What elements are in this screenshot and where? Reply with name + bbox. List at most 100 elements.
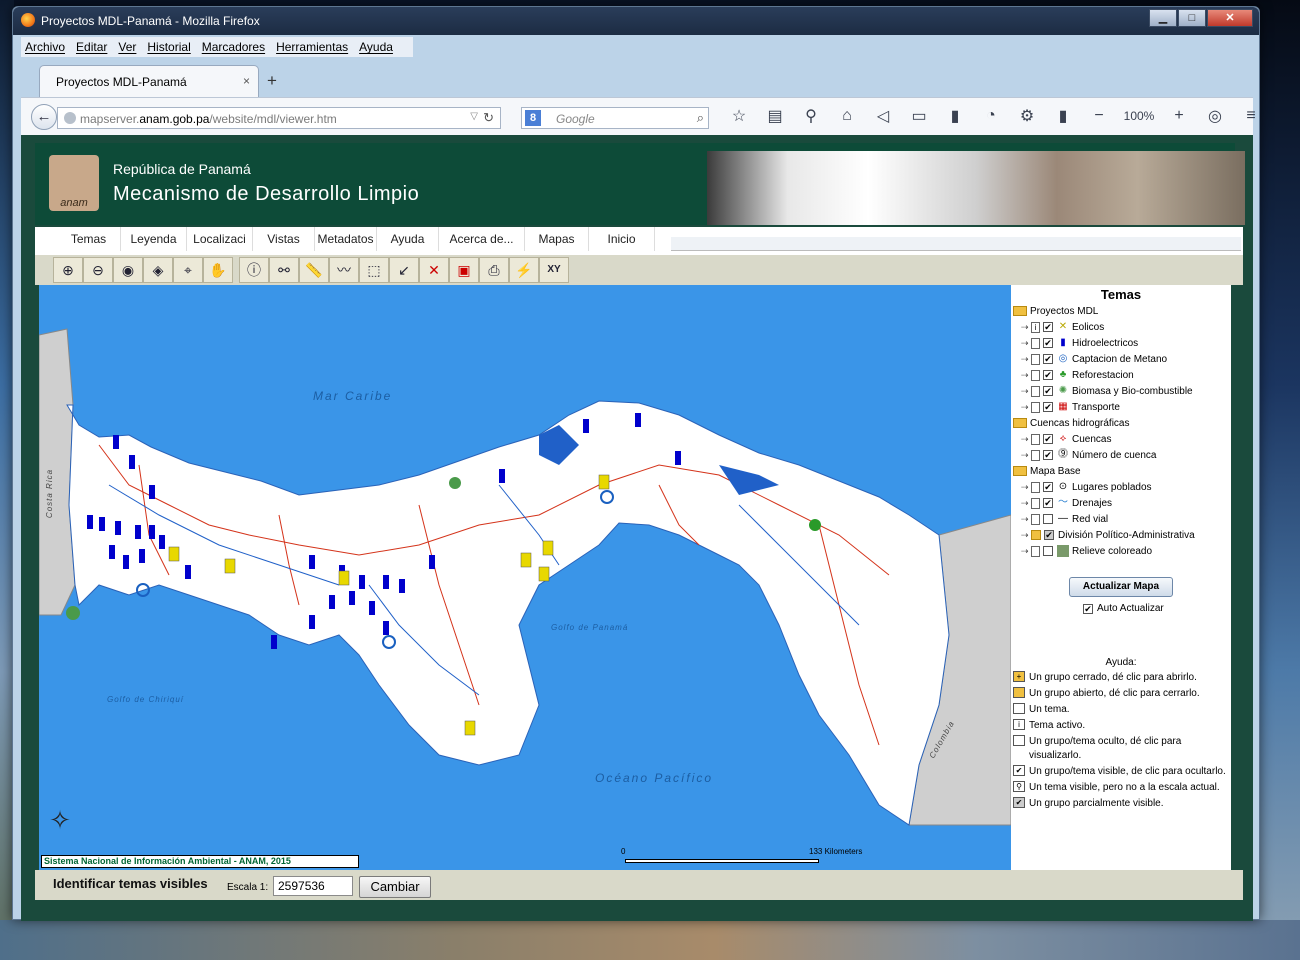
minimize-button[interactable]: ▁ — [1149, 9, 1177, 27]
menu-historial[interactable]: Historial — [147, 40, 190, 54]
search-engine-icon[interactable]: 8 — [525, 110, 541, 126]
full-extent-icon[interactable]: ◉ — [113, 257, 143, 283]
theme-icon[interactable] — [1031, 545, 1040, 557]
layer-checkbox[interactable]: ✔ — [1043, 370, 1053, 380]
theme-icon[interactable] — [1031, 497, 1040, 509]
change-scale-button[interactable]: Cambiar — [359, 876, 431, 898]
theme-icon[interactable] — [1031, 337, 1040, 349]
layer-numero-cuenca[interactable]: ⇢ ✔ ⓽ Número de cuenca — [1013, 447, 1231, 463]
theme-icon[interactable] — [1031, 353, 1040, 365]
auto-update-checkbox[interactable]: ✔ — [1083, 603, 1093, 614]
new-tab-icon[interactable]: + — [267, 71, 277, 91]
zoom-out-tool-icon[interactable]: ⊖ — [83, 257, 113, 283]
layer-lugares-poblados[interactable]: ⇢ ✔ ⊙ Lugares poblados — [1013, 479, 1231, 495]
layer-checkbox[interactable]: ✔ — [1043, 386, 1053, 396]
hyperlink-icon[interactable]: ⚡ — [509, 257, 539, 283]
send-icon[interactable]: ◁ — [865, 106, 901, 126]
search-icon[interactable]: ⌕ — [697, 110, 704, 126]
layer-biomasa[interactable]: ⇢ ✔ ✺ Biomasa y Bio-combustible — [1013, 383, 1231, 399]
menu-herramientas[interactable]: Herramientas — [276, 40, 348, 54]
group-cuencas[interactable]: Cuencas hidrográficas — [1013, 415, 1231, 431]
identify-icon[interactable]: ⓘ — [239, 257, 269, 283]
zoom-in-tool-icon[interactable]: ⊕ — [53, 257, 83, 283]
active-theme-icon[interactable]: i — [1031, 321, 1040, 333]
layer-reforestacion[interactable]: ⇢ ✔ ♣ Reforestacion — [1013, 367, 1231, 383]
folder-open-icon[interactable] — [1013, 418, 1027, 428]
history-icon[interactable]: ◔ — [973, 107, 1009, 125]
folder-open-icon[interactable] — [1013, 306, 1027, 316]
reader-icon[interactable]: ▮ — [937, 106, 973, 126]
measure-ruler-icon[interactable]: 📏 — [299, 257, 329, 283]
scale-input[interactable]: 2597536 — [273, 876, 353, 896]
layer-checkbox[interactable]: ✔ — [1043, 482, 1053, 492]
group-mapa-base[interactable]: Mapa Base — [1013, 463, 1231, 479]
layer-captacion-metano[interactable]: ⇢ ✔ ◎ Captacion de Metano — [1013, 351, 1231, 367]
nav-tab-inicio[interactable]: Inicio — [589, 227, 655, 251]
nav-tab-temas[interactable]: Temas — [57, 227, 121, 251]
layer-hidroelectricos[interactable]: ⇢ ✔ ▮ Hidroelectricos — [1013, 335, 1231, 351]
back-button[interactable]: ← — [31, 104, 57, 130]
layer-checkbox[interactable]: ✔ — [1043, 498, 1053, 508]
print-icon[interactable]: ⎙ — [479, 257, 509, 283]
zoom-level[interactable]: 100% — [1117, 109, 1161, 123]
identify-visible-button[interactable]: Identificar temas visibles — [53, 876, 208, 891]
close-button[interactable]: ✕ — [1207, 9, 1253, 27]
menu-editar[interactable]: Editar — [76, 40, 107, 54]
nav-tab-localizacion[interactable]: Localizaci — [187, 227, 253, 251]
layer-red-vial[interactable]: ⇢ — Red vial — [1013, 511, 1231, 527]
layer-drenajes[interactable]: ⇢ ✔ 〜 Drenajes — [1013, 495, 1231, 511]
layer-relieve[interactable]: ⇢ Relieve coloreado — [1013, 543, 1231, 559]
layer-checkbox[interactable]: ✔ — [1043, 338, 1053, 348]
layer-eolicos[interactable]: ⇢ i ✔ ✕ Eolicos — [1013, 319, 1231, 335]
buffer-icon[interactable]: 〰 — [329, 257, 359, 283]
layer-checkbox[interactable]: ✔ — [1043, 354, 1053, 364]
theme-icon[interactable] — [1031, 433, 1040, 445]
menu-ver[interactable]: Ver — [118, 40, 136, 54]
layer-cuencas[interactable]: ⇢ ✔ ⟡ Cuencas — [1013, 431, 1231, 447]
settings-gear-icon[interactable]: ⚙ — [1009, 106, 1045, 126]
nav-tab-mapas[interactable]: Mapas — [525, 227, 589, 251]
nav-tab-vistas[interactable]: Vistas — [253, 227, 315, 251]
theme-icon[interactable] — [1031, 449, 1040, 461]
layer-checkbox[interactable]: ✔ — [1043, 450, 1053, 460]
pan-hand-icon[interactable]: ✋ — [203, 257, 233, 283]
pdf-icon[interactable]: ▣ — [449, 257, 479, 283]
auto-update-toggle[interactable]: ✔ Auto Actualizar — [1083, 603, 1164, 614]
layer-checkbox-hidden[interactable] — [1043, 514, 1053, 524]
site-identity-icon[interactable] — [64, 112, 76, 124]
theme-icon[interactable] — [1031, 513, 1040, 525]
hamburger-menu-icon[interactable]: ≡ — [1233, 107, 1269, 125]
nav-tab-ayuda[interactable]: Ayuda — [377, 227, 439, 251]
menu-marcadores[interactable]: Marcadores — [202, 40, 265, 54]
bookmarks-menu-icon[interactable]: ▤ — [757, 106, 793, 126]
menu-archivo[interactable]: Archivo — [25, 40, 65, 54]
find-icon[interactable]: ⚲ — [793, 106, 829, 126]
layer-transporte[interactable]: ⇢ ✔ ▦ Transporte — [1013, 399, 1231, 415]
layer-checkbox[interactable]: ✔ — [1043, 402, 1053, 412]
window-icon[interactable]: ▭ — [901, 106, 937, 126]
bookmark-star-icon[interactable]: ☆ — [721, 106, 757, 126]
theme-icon[interactable] — [1031, 481, 1040, 493]
nav-tab-acerca[interactable]: Acerca de... — [439, 227, 525, 251]
theme-icon[interactable] — [1031, 385, 1040, 397]
theme-icon[interactable] — [1031, 401, 1040, 413]
select-line-icon[interactable]: ↙ — [389, 257, 419, 283]
find-binoculars-icon[interactable]: ⚯ — [269, 257, 299, 283]
maximize-button[interactable]: □ — [1178, 9, 1206, 27]
nav-tab-leyenda[interactable]: Leyenda — [121, 227, 187, 251]
globe-icon[interactable]: ◎ — [1197, 106, 1233, 126]
update-map-button[interactable]: Actualizar Mapa — [1069, 577, 1173, 597]
browser-tab[interactable]: Proyectos MDL-Panamá × — [39, 65, 259, 97]
url-dropdown-icon[interactable]: ▽ — [470, 111, 478, 122]
folder-open-icon[interactable] — [1013, 466, 1027, 476]
group-proyectos-mdl[interactable]: Proyectos MDL — [1013, 303, 1231, 319]
map-view[interactable]: Mar Caribe Océano Pacífico Golfo de Pana… — [39, 285, 1011, 870]
layer-checkbox[interactable]: ✔ — [1043, 322, 1053, 332]
menu-ayuda[interactable]: Ayuda — [359, 40, 393, 54]
url-bar[interactable]: mapserver.anam.gob.pa/website/mdl/viewer… — [57, 107, 501, 129]
search-bar[interactable]: 8 Google ⌕ — [521, 107, 709, 129]
nav-tab-metadatos[interactable]: Metadatos — [315, 227, 377, 251]
tab-close-icon[interactable]: × — [243, 74, 250, 88]
layer-checkbox-partial[interactable]: ✔ — [1044, 530, 1054, 540]
addon-icon[interactable]: ▮ — [1045, 106, 1081, 126]
